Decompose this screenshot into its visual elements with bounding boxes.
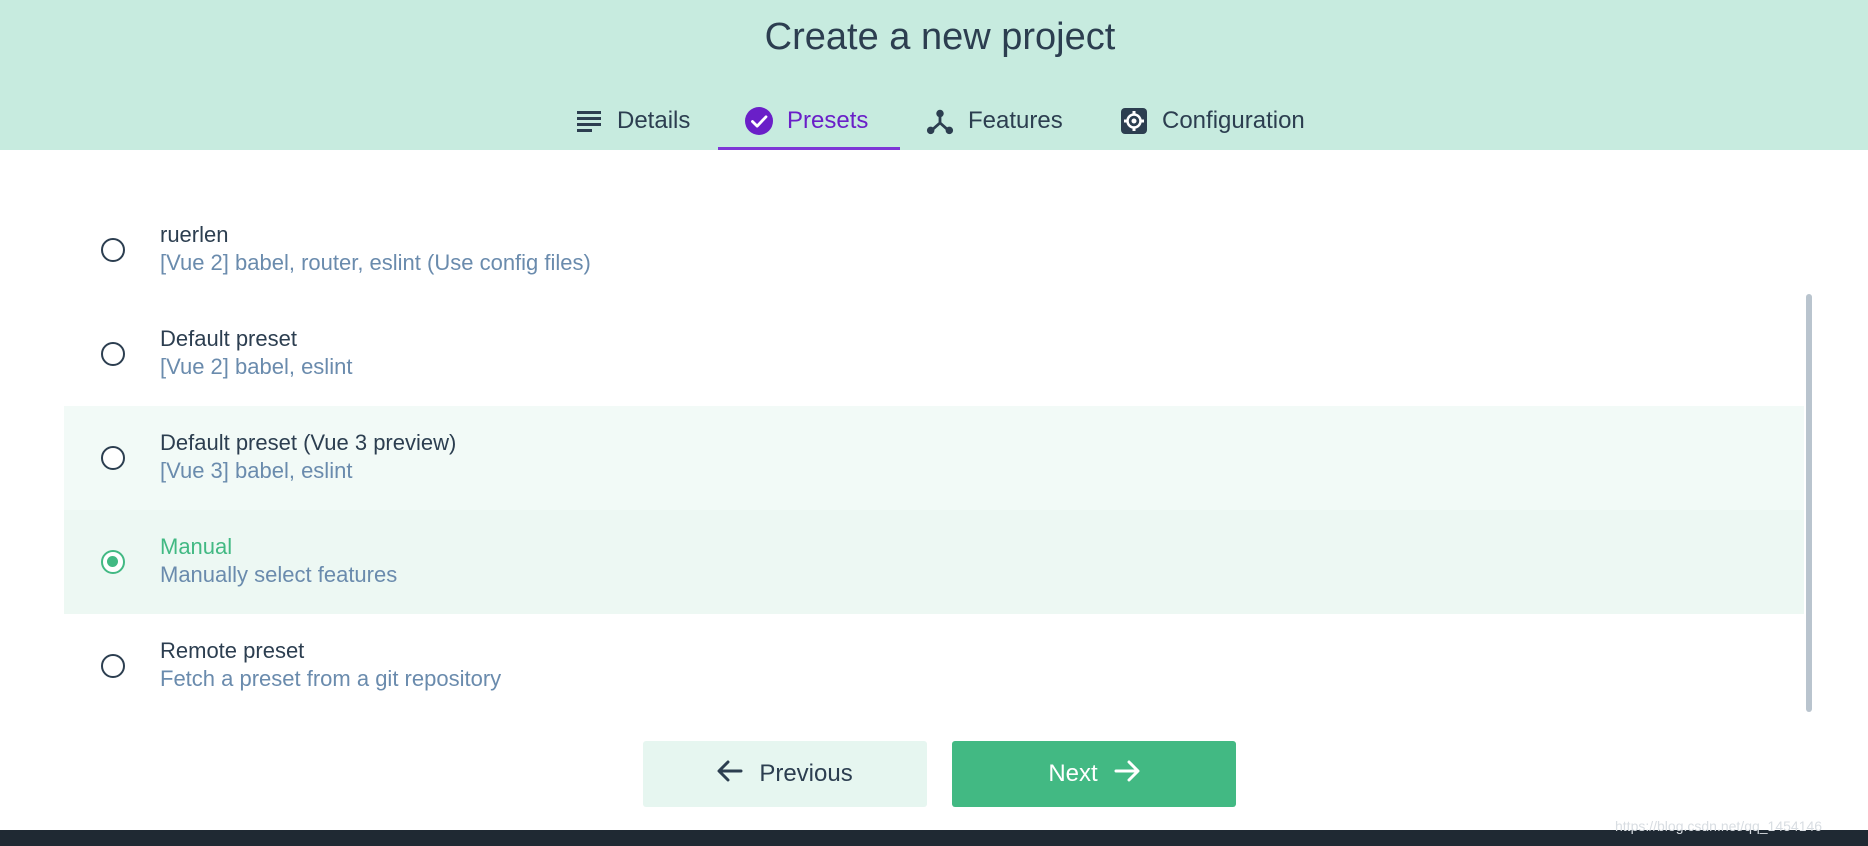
tab-label: Presets	[787, 107, 869, 134]
radio-button[interactable]	[101, 446, 125, 470]
list-icon	[575, 107, 603, 135]
preset-item-remote[interactable]: Remote preset Fetch a preset from a git …	[64, 614, 1804, 718]
gear-icon	[1120, 107, 1148, 135]
next-button[interactable]: Next	[952, 741, 1236, 807]
preset-item-default[interactable]: Default preset [Vue 2] babel, eslint	[64, 302, 1804, 406]
active-tab-indicator	[718, 147, 900, 150]
tab-label: Details	[617, 107, 691, 134]
preset-description: [Vue 3] babel, eslint	[160, 458, 353, 483]
preset-name: Manual	[160, 534, 233, 559]
arrow-right-icon	[1114, 759, 1140, 790]
preset-description: Fetch a preset from a git repository	[160, 666, 502, 691]
watermark: https://blog.csdn.net/qq_1454146	[1615, 818, 1823, 834]
tab-label: Features	[968, 107, 1063, 134]
preset-description: [Vue 2] babel, eslint	[160, 354, 353, 379]
radio-button[interactable]	[101, 238, 125, 262]
preset-name: ruerlen	[160, 222, 229, 247]
previous-button[interactable]: Previous	[643, 741, 927, 807]
preset-name: Default preset (Vue 3 preview)	[160, 430, 457, 455]
fork-icon	[926, 107, 954, 135]
preset-list: ruerlen [Vue 2] babel, router, eslint (U…	[64, 198, 1804, 718]
page-title: Create a new project	[764, 16, 1116, 58]
tab-details[interactable]: Details	[575, 92, 690, 150]
tab-configuration[interactable]: Configuration	[1120, 92, 1305, 150]
arrow-left-icon	[717, 759, 743, 790]
radio-button[interactable]	[101, 654, 125, 678]
next-label: Next	[1048, 760, 1098, 787]
tab-presets[interactable]: Presets	[745, 92, 868, 150]
check-circle-icon	[745, 107, 773, 135]
tab-label: Configuration	[1162, 107, 1305, 134]
preset-item-default-vue3[interactable]: Default preset (Vue 3 preview) [Vue 3] b…	[64, 406, 1804, 510]
page-header: Create a new project Details Presets Fea…	[0, 0, 1868, 150]
radio-button[interactable]	[101, 342, 125, 366]
previous-label: Previous	[759, 760, 853, 787]
scrollbar-thumb[interactable]	[1806, 294, 1812, 712]
preset-name: Remote preset	[160, 638, 305, 663]
radio-button-checked[interactable]	[101, 550, 125, 574]
preset-description: [Vue 2] babel, router, eslint (Use confi…	[160, 250, 591, 275]
os-taskbar	[0, 830, 1868, 846]
tab-features[interactable]: Features	[926, 92, 1063, 150]
stepper-tabs: Details Presets Features Configuration	[0, 92, 1868, 150]
preset-item-manual[interactable]: Manual Manually select features	[64, 510, 1804, 614]
preset-name: Default preset	[160, 326, 297, 351]
preset-description: Manually select features	[160, 562, 398, 587]
preset-item-ruerlen[interactable]: ruerlen [Vue 2] babel, router, eslint (U…	[64, 198, 1804, 302]
